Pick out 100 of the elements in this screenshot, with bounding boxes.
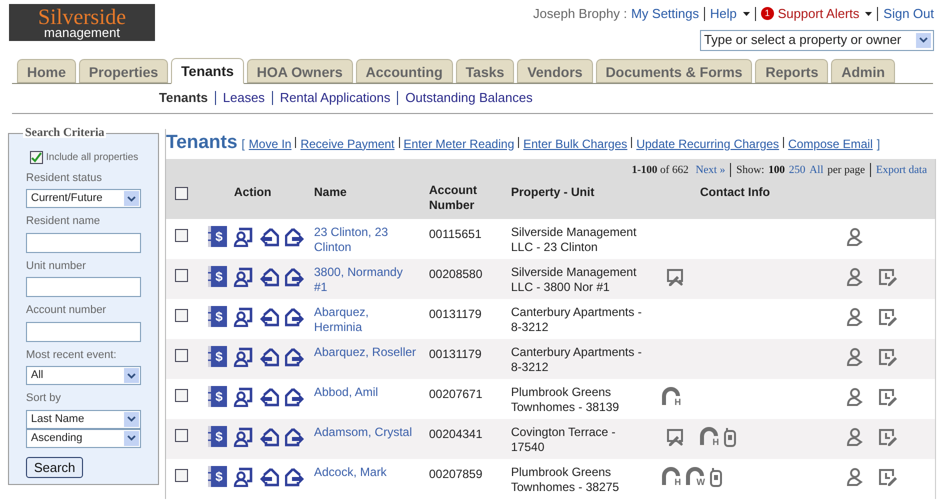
house-left-arrow-icon[interactable] — [259, 386, 279, 406]
row-checkbox[interactable] — [175, 389, 188, 402]
tenant-name-link[interactable]: Abarquez, Herminia — [314, 305, 417, 335]
nav-tab[interactable]: Tenants — [171, 58, 244, 84]
clock-pencil-icon[interactable] — [878, 267, 898, 287]
select-all-checkbox[interactable] — [175, 187, 188, 200]
row-checkbox[interactable] — [175, 349, 188, 362]
caret-icon — [742, 12, 750, 16]
clock-pencil-icon[interactable] — [878, 307, 898, 327]
house-right-arrow-icon[interactable] — [285, 386, 305, 406]
row-checkbox[interactable] — [175, 269, 188, 282]
house-left-arrow-icon[interactable] — [259, 466, 279, 486]
house-left-arrow-icon[interactable] — [259, 226, 279, 246]
person-card-icon[interactable] — [233, 226, 253, 246]
logo[interactable]: Silverside management — [9, 4, 155, 41]
action-link[interactable]: Update Recurring Charges — [636, 134, 780, 152]
page-size-option[interactable]: All — [809, 162, 824, 178]
search-button[interactable]: Search — [26, 456, 84, 478]
action-link[interactable]: Move In — [248, 134, 292, 152]
person-card-icon[interactable] — [233, 466, 253, 486]
house-right-arrow-icon[interactable] — [285, 466, 305, 486]
person-card-icon[interactable] — [233, 386, 253, 406]
chat-pencil-icon[interactable] — [665, 267, 685, 287]
row-checkbox[interactable] — [175, 309, 188, 322]
clock-pencil-icon[interactable] — [878, 427, 898, 447]
ledger-icon[interactable]: $ — [208, 266, 227, 287]
nav-tab[interactable]: Tasks — [456, 58, 514, 82]
clock-pencil-icon[interactable] — [878, 347, 898, 367]
action-link[interactable]: Enter Bulk Charges — [523, 134, 628, 152]
house-right-arrow-icon[interactable] — [285, 306, 305, 326]
ledger-icon[interactable]: $ — [208, 466, 227, 487]
property-picker[interactable]: Type or select a property or owner — [700, 30, 934, 50]
row-checkbox[interactable] — [175, 229, 188, 242]
next-link[interactable]: Next » — [696, 162, 726, 178]
house-left-arrow-icon[interactable] — [259, 306, 279, 326]
support-alerts-menu[interactable]: Support Alerts — [778, 4, 872, 24]
row-checkbox[interactable] — [175, 429, 188, 442]
clock-pencil-icon[interactable] — [878, 387, 898, 407]
house-left-arrow-icon[interactable] — [259, 426, 279, 446]
nav-tab[interactable]: Home — [17, 58, 76, 82]
sub-tab[interactable]: Outstanding Balances — [405, 88, 533, 108]
tenant-name-link[interactable]: Adamsom, Crystal — [314, 425, 417, 440]
ledger-icon[interactable]: $ — [208, 306, 227, 327]
tenant-name-link[interactable]: Abbod, Amil — [314, 385, 417, 400]
house-right-arrow-icon[interactable] — [285, 266, 305, 286]
tenant-name-link[interactable]: Abarquez, Roseller — [314, 345, 417, 360]
header-link[interactable]: Sign Out — [883, 4, 934, 24]
tenant-name-link[interactable]: 23 Clinton, 23 Clinton — [314, 225, 417, 255]
checkbox[interactable] — [30, 150, 43, 164]
account-number: 00204341 — [429, 427, 482, 441]
select-field[interactable]: Current/Future — [26, 189, 141, 208]
tenant-name-link[interactable]: 3800, Normandy #1 — [314, 265, 417, 295]
action-link[interactable]: Receive Payment — [300, 134, 395, 152]
sub-tab[interactable]: Rental Applications — [280, 88, 390, 108]
person-card-icon[interactable] — [233, 266, 253, 286]
row-checkbox[interactable] — [175, 469, 188, 482]
nav-tab[interactable]: Properties — [78, 58, 168, 82]
clock-pencil-icon[interactable] — [878, 467, 898, 487]
nav-tab[interactable]: Vendors — [517, 58, 593, 82]
help-menu[interactable]: Help — [710, 4, 750, 24]
ledger-icon[interactable]: $ — [208, 426, 227, 447]
action-link[interactable]: Compose Email — [788, 134, 873, 152]
select-field[interactable]: Ascending — [26, 428, 141, 448]
sub-tab[interactable]: Leases — [222, 88, 265, 108]
export-link[interactable]: Export data — [876, 162, 927, 178]
house-left-arrow-icon[interactable] — [259, 346, 279, 366]
ledger-icon[interactable]: $ — [208, 226, 227, 247]
nav-tab[interactable]: Admin — [831, 58, 895, 82]
text-field[interactable] — [26, 322, 141, 342]
mobile-phone-icon[interactable] — [723, 427, 737, 447]
house-right-arrow-icon[interactable] — [285, 226, 305, 246]
chat-pencil-icon[interactable] — [665, 427, 685, 447]
house-right-arrow-icon[interactable] — [285, 426, 305, 446]
nav-tab[interactable]: HOA Owners — [246, 58, 353, 82]
header-link[interactable]: My Settings — [631, 4, 699, 24]
ledger-icon[interactable]: $ — [208, 346, 227, 367]
page-size-option[interactable]: 250 — [788, 162, 806, 178]
mobile-phone-icon[interactable] — [709, 467, 723, 487]
account-number: 00208580 — [429, 267, 482, 281]
sub-tab[interactable]: Tenants — [159, 88, 208, 108]
column-header: Property - Unit — [511, 184, 596, 201]
house-left-arrow-icon[interactable] — [259, 266, 279, 286]
text-field[interactable] — [26, 232, 141, 252]
person-card-icon[interactable] — [233, 306, 253, 326]
dropdown-caret-icon — [124, 368, 139, 383]
nav-tab[interactable]: Documents & Forms — [596, 58, 752, 82]
select-field[interactable]: All — [26, 366, 141, 385]
column-header: Action — [233, 184, 272, 201]
person-card-icon[interactable] — [233, 426, 253, 446]
nav-tab[interactable]: Reports — [755, 58, 828, 82]
tenant-name-link[interactable]: Adcock, Mark — [314, 465, 417, 480]
column-header: Name — [314, 184, 348, 201]
page-size-option[interactable]: 100 — [768, 162, 785, 178]
ledger-icon[interactable]: $ — [208, 386, 227, 407]
action-link[interactable]: Enter Meter Reading — [404, 134, 514, 152]
person-card-icon[interactable] — [233, 346, 253, 366]
text-field[interactable] — [26, 277, 141, 297]
select-field[interactable]: Last Name — [26, 410, 141, 428]
nav-tab[interactable]: Accounting — [356, 58, 453, 82]
house-right-arrow-icon[interactable] — [285, 346, 305, 366]
